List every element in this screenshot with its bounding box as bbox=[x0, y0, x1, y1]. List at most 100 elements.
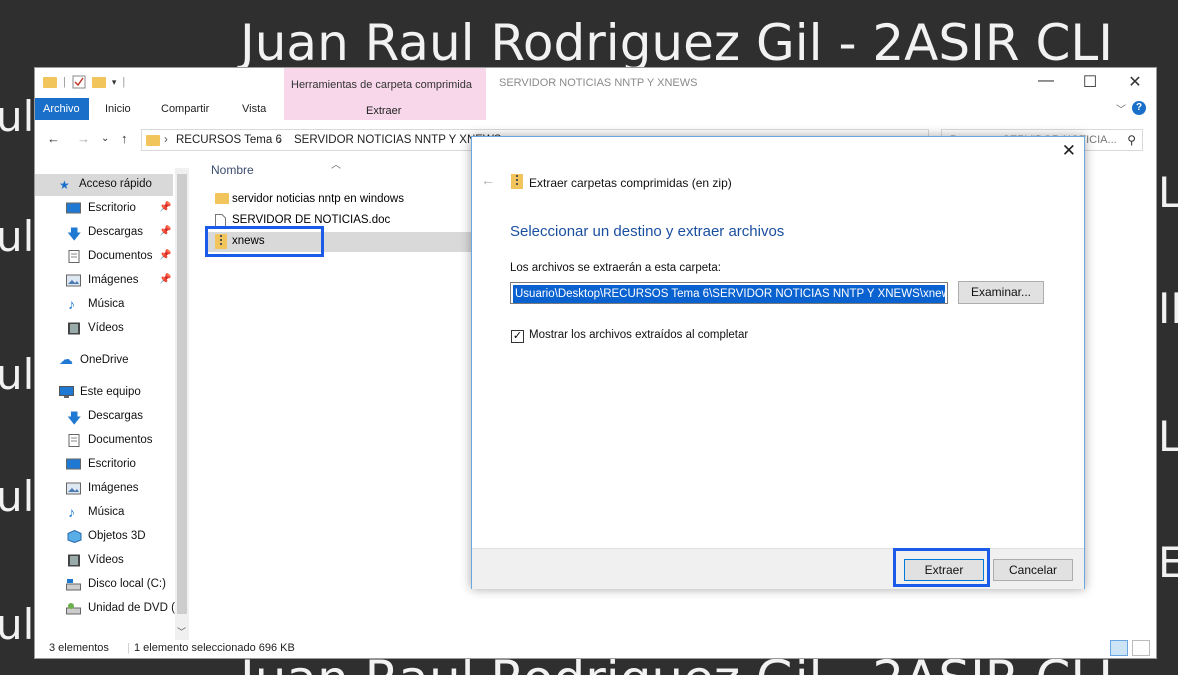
documents-icon bbox=[68, 434, 80, 447]
window-title: SERVIDOR NOTICIAS NNTP Y XNEWS bbox=[499, 77, 698, 89]
nav-acceso-rapido[interactable]: ★ Acceso rápido bbox=[35, 174, 173, 196]
watermark-left-4: ul bbox=[0, 472, 35, 521]
download-icon: 🡇 bbox=[67, 410, 82, 426]
properties-icon[interactable] bbox=[72, 75, 86, 89]
browse-button[interactable]: Examinar... bbox=[958, 281, 1044, 304]
drive-icon bbox=[66, 579, 81, 591]
nav-descargas[interactable]: 🡇 Descargas 📌 bbox=[35, 222, 175, 244]
chevron-down-icon[interactable]: ﹀ bbox=[1116, 101, 1126, 116]
back-arrow-icon[interactable]: ← bbox=[481, 172, 495, 188]
column-header-nombre[interactable]: Nombre bbox=[211, 163, 254, 177]
contextual-tab-group-title: Herramientas de carpeta comprimida bbox=[291, 79, 472, 91]
show-files-label[interactable]: Mostrar los archivos extraídos al comple… bbox=[529, 329, 748, 341]
customize-toolbar-icon[interactable]: ▾ bbox=[112, 77, 117, 88]
cancel-button[interactable]: Cancelar bbox=[993, 559, 1073, 581]
nav-imagenes[interactable]: Imágenes 📌 bbox=[35, 270, 175, 292]
video-icon bbox=[68, 554, 80, 567]
large-icons-view-icon[interactable] bbox=[1132, 640, 1150, 656]
nav-pc-disco-local[interactable]: Disco local (C:) bbox=[35, 574, 175, 596]
destination-path-text: Usuario\Desktop\RECURSOS Tema 6\SERVIDOR… bbox=[513, 285, 945, 303]
nav-este-equipo[interactable]: Este equipo bbox=[35, 382, 175, 404]
pin-icon: 📌 bbox=[159, 226, 172, 237]
tab-vista[interactable]: Vista bbox=[242, 103, 266, 115]
pin-icon: 📌 bbox=[159, 274, 172, 285]
breadcrumb-recursos[interactable]: RECURSOS Tema 6 bbox=[176, 134, 282, 146]
scrollbar-thumb[interactable] bbox=[177, 174, 187, 614]
nav-documentos[interactable]: Documentos 📌 bbox=[35, 246, 175, 268]
minimize-button[interactable]: — bbox=[1031, 72, 1061, 90]
nav-pc-dvd[interactable]: Unidad de DVD ( bbox=[35, 598, 175, 620]
extract-button-highlight bbox=[893, 548, 990, 587]
forward-arrow-icon[interactable]: → bbox=[77, 131, 90, 146]
music-icon: ♪ bbox=[68, 296, 75, 312]
extract-dialog: ✕ ← Extraer carpetas comprimidas (en zip… bbox=[471, 136, 1085, 589]
show-files-checkbox[interactable]: ✓ bbox=[511, 330, 524, 343]
pictures-icon bbox=[66, 274, 81, 287]
folder-icon bbox=[146, 135, 160, 146]
dialog-footer: Extraer Cancelar bbox=[472, 548, 1084, 589]
music-icon: ♪ bbox=[68, 504, 75, 520]
nav-pc-descargas[interactable]: 🡇 Descargas bbox=[35, 406, 175, 428]
pin-icon: 📌 bbox=[159, 250, 172, 261]
help-icon[interactable]: ? bbox=[1132, 101, 1146, 115]
folder-icon bbox=[215, 193, 229, 204]
download-icon: 🡇 bbox=[67, 226, 82, 242]
search-icon: ⚲ bbox=[1127, 133, 1136, 147]
watermark-right-3: L bbox=[1158, 412, 1178, 461]
video-icon bbox=[68, 322, 80, 335]
ribbon-tabs: Archivo Inicio Compartir Vista ﹀ ? bbox=[35, 98, 1156, 120]
nav-escritorio[interactable]: Escritorio 📌 bbox=[35, 198, 175, 220]
documents-icon bbox=[68, 250, 80, 263]
selection-highlight bbox=[205, 226, 324, 257]
watermark-right-1: L bbox=[1158, 168, 1178, 217]
watermark-left-3: ul bbox=[0, 350, 35, 399]
computer-icon bbox=[59, 386, 74, 398]
nav-pc-escritorio[interactable]: Escritorio bbox=[35, 454, 175, 476]
item-count: 3 elementos bbox=[49, 642, 109, 654]
back-arrow-icon[interactable]: ← bbox=[47, 131, 60, 146]
nav-onedrive[interactable]: ☁ OneDrive bbox=[35, 350, 175, 372]
file-row-folder[interactable]: servidor noticias nntp en windows bbox=[205, 190, 505, 210]
dvd-drive-icon bbox=[66, 603, 81, 615]
nav-pc-musica[interactable]: ♪ Música bbox=[35, 502, 175, 524]
pictures-icon bbox=[66, 482, 81, 495]
watermark-right-2: II bbox=[1158, 284, 1178, 333]
tab-inicio[interactable]: Inicio bbox=[105, 103, 131, 115]
pin-icon: 📌 bbox=[159, 202, 172, 213]
watermark-left-5: ul bbox=[0, 600, 35, 649]
dialog-title: Extraer carpetas comprimidas (en zip) bbox=[529, 176, 732, 190]
destination-path-input[interactable]: Usuario\Desktop\RECURSOS Tema 6\SERVIDOR… bbox=[510, 282, 948, 304]
new-folder-icon[interactable] bbox=[91, 76, 106, 88]
close-button[interactable]: ✕ bbox=[1120, 72, 1150, 92]
maximize-button[interactable]: ☐ bbox=[1075, 72, 1105, 92]
nav-pc-documentos[interactable]: Documentos bbox=[35, 430, 175, 452]
close-icon[interactable]: ✕ bbox=[1062, 141, 1076, 161]
tab-compartir[interactable]: Compartir bbox=[161, 103, 209, 115]
watermark-left-1: ul bbox=[0, 92, 35, 141]
selection-info: 1 elemento seleccionado 696 KB bbox=[134, 642, 295, 654]
nav-musica[interactable]: ♪ Música bbox=[35, 294, 175, 316]
chevron-down-icon[interactable]: ﹀ bbox=[177, 625, 186, 638]
watermark-top: Juan Raul Rodriguez Gil - 2ASIR CLI bbox=[240, 14, 1114, 72]
desktop-icon bbox=[66, 458, 81, 470]
nav-scrollbar[interactable]: ﹀ bbox=[175, 168, 189, 640]
nav-pc-videos[interactable]: Vídeos bbox=[35, 550, 175, 572]
tab-archivo[interactable]: Archivo bbox=[35, 98, 89, 120]
desktop-icon bbox=[66, 202, 81, 214]
watermark-right-4: E bbox=[1158, 538, 1178, 587]
star-icon: ★ bbox=[59, 178, 70, 192]
destination-label: Los archivos se extraerán a esta carpeta… bbox=[510, 262, 721, 274]
nav-videos[interactable]: Vídeos bbox=[35, 318, 175, 340]
nav-pc-objetos-3d[interactable]: Objetos 3D bbox=[35, 526, 175, 548]
details-view-icon[interactable] bbox=[1110, 640, 1128, 656]
status-bar: 3 elementos | 1 elemento seleccionado 69… bbox=[35, 638, 1156, 658]
recent-locations-icon[interactable]: ⌄ bbox=[101, 133, 109, 144]
watermark-left-2: ul bbox=[0, 212, 35, 261]
folder-icon[interactable] bbox=[43, 76, 57, 88]
navigation-pane: ★ Acceso rápido Escritorio 📌 🡇 Descargas… bbox=[35, 168, 189, 640]
title-bar: | ▾ | Herramientas de carpeta comprimida… bbox=[35, 68, 1156, 120]
quick-access-toolbar: | ▾ | bbox=[43, 75, 125, 89]
up-arrow-icon[interactable]: ↑ bbox=[121, 131, 128, 146]
sort-ascending-icon: ︿ bbox=[331, 160, 341, 171]
nav-pc-imagenes[interactable]: Imágenes bbox=[35, 478, 175, 500]
